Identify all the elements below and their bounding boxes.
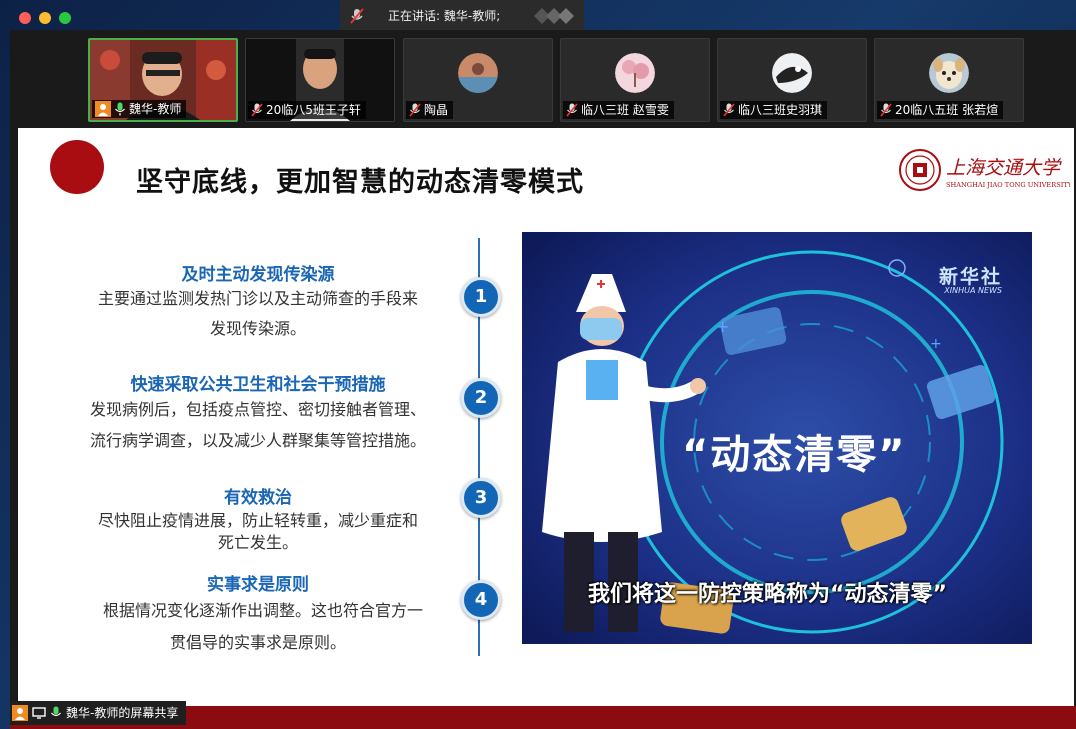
item-body-line: 死亡发生。 (217, 533, 298, 552)
participant-tile[interactable]: 魏华-教师 (88, 38, 238, 122)
participant-name: 陶晶 (424, 103, 449, 117)
video-subtitle: 我们将这一防控策略称为“动态清零” (588, 582, 947, 607)
mic-active-icon (51, 706, 61, 717)
profile-avatar (929, 53, 969, 93)
logo-text-en: SHANGHAI JIAO TONG UNIVERSITY (946, 181, 1070, 189)
screen-share-label: 魏华-教师的屏幕共享 (10, 701, 187, 725)
item-body-line: 发现传染源。 (209, 319, 306, 338)
step-number-2: 2 (461, 378, 501, 418)
view-thumbnails-icon[interactable] (530, 6, 576, 26)
fullscreen-window-button[interactable] (59, 12, 71, 24)
participant-name: 20临八五班 张若煊 (895, 103, 999, 117)
video-main-title: “动态清零” (682, 432, 907, 478)
xinhua-logo: 新华社 (938, 266, 1002, 288)
shared-screen-slide: 坚守底线，更加智慧的动态清零模式 上海交通大学 SHANGHAI JIAO TO… (18, 128, 1074, 708)
close-window-button[interactable] (19, 12, 31, 24)
participant-name-tag: 临八三班史羽琪 (720, 101, 828, 119)
muted-mic-icon (350, 8, 364, 24)
decorative-red-circle (50, 140, 104, 194)
item-body-line: 流行病学调查，以及减少人群聚集等管控措施。 (89, 431, 426, 450)
xinhua-logo-en: XINHUA NEWS (944, 286, 1002, 295)
item-body-line: 发现病例后，包括疫点管控、密切接触者管理、 (89, 400, 426, 419)
participant-name: 临八三班 赵雪雯 (581, 103, 669, 117)
participant-name: 临八三班史羽琪 (738, 103, 823, 117)
muted-mic-icon (566, 103, 578, 117)
item-body-line: 主要通过监测发热门诊以及主动筛查的手段来 (97, 289, 418, 308)
participant-tile[interactable]: 20临八5班王子轩 (245, 38, 395, 122)
item-body-line: 根据情况变化逐渐作出调整。这也符合官方一 (102, 601, 423, 620)
participant-tile[interactable]: 临八三班史羽琪 (717, 38, 867, 122)
item-heading: 实事求是原则 (207, 575, 309, 595)
participant-tile[interactable]: 陶晶 (403, 38, 553, 122)
profile-avatar (458, 53, 498, 93)
muted-mic-icon (409, 103, 421, 117)
host-icon (12, 705, 28, 721)
meeting-window: 魏华-教师 20临八5班王子轩 陶晶 临八三班 赵雪雯 临八三班史羽琪 20临八… (10, 30, 1076, 729)
mic-active-icon (115, 102, 125, 116)
speaker-label: 正在讲话: 魏华-教师; (388, 9, 501, 23)
participant-name: 魏华-教师 (129, 102, 182, 116)
participant-tile[interactable]: 临八三班 赵雪雯 (560, 38, 710, 122)
step-number-3: 3 (461, 478, 501, 518)
host-icon (95, 101, 111, 117)
item-heading: 及时主动发现传染源 (181, 265, 335, 285)
participant-name: 20临八5班王子轩 (266, 103, 361, 117)
item-body-line: 贯倡导的实事求是原则。 (169, 633, 346, 652)
muted-mic-icon (723, 103, 735, 117)
minimize-window-button[interactable] (39, 12, 51, 24)
muted-mic-icon (880, 103, 892, 117)
participant-name-tag: 临八三班 赵雪雯 (563, 101, 674, 119)
logo-text-cn: 上海交通大学 (946, 157, 1062, 179)
screen-share-icon (32, 707, 46, 719)
item-heading: 快速采取公共卫生和社会干预措施 (130, 375, 386, 395)
step-number-1: 1 (461, 277, 501, 317)
muted-mic-icon (251, 103, 263, 117)
participant-name-tag: 陶晶 (406, 101, 454, 119)
participant-name-tag: 魏华-教师 (92, 100, 187, 118)
svg-text:+: + (716, 317, 729, 336)
item-heading: 有效救治 (224, 488, 292, 508)
profile-avatar (772, 53, 812, 93)
participant-name-tag: 20临八5班王子轩 (248, 101, 366, 119)
slide-title: 坚守底线，更加智慧的动态清零模式 (136, 167, 584, 198)
participant-name-tag: 20临八五班 张若煊 (877, 101, 1004, 119)
svg-text:+: + (930, 336, 942, 352)
profile-avatar (615, 53, 655, 93)
share-label-text: 魏华-教师的屏幕共享 (66, 706, 179, 720)
participant-tile[interactable]: 20临八五班 张若煊 (874, 38, 1024, 122)
embedded-video-frame[interactable]: + + 新华社 XINHUA NEWS “动态清零” 我们将这一防控策略称为“动… (522, 232, 1032, 644)
university-logo: 上海交通大学 SHANGHAI JIAO TONG UNIVERSITY (899, 149, 1070, 191)
active-speaker-bar: 正在讲话: 魏华-教师; (340, 0, 584, 32)
